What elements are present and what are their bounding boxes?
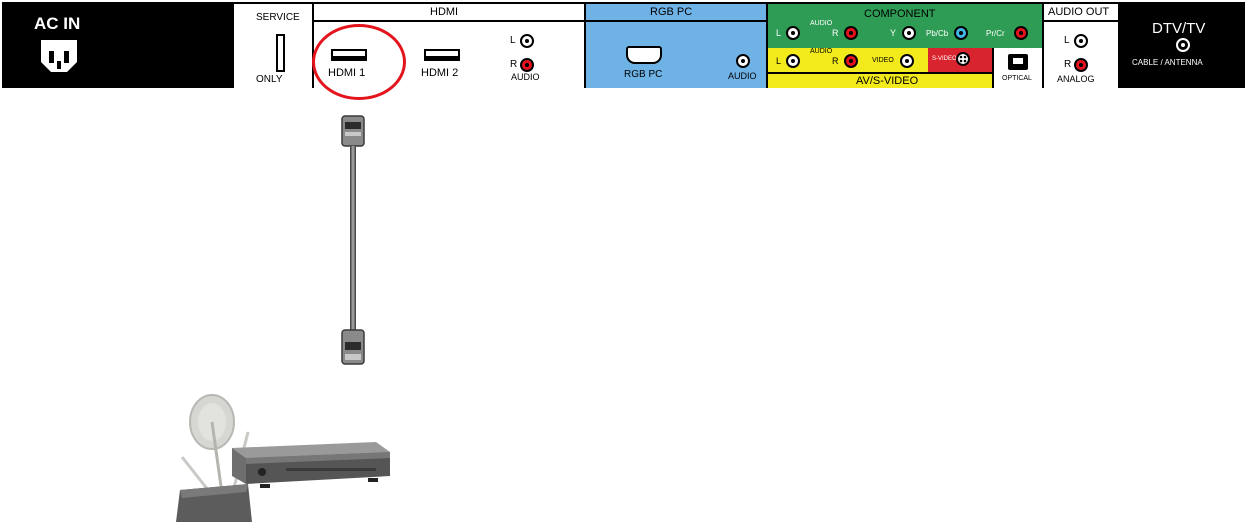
service-label: SERVICE	[256, 12, 300, 23]
av-audio-r-jack[interactable]	[844, 54, 858, 68]
audio-out-r-label: R	[1064, 59, 1072, 70]
dtv-sub-label: CABLE / ANTENNA	[1132, 58, 1203, 67]
optical-label: OPTICAL	[1002, 75, 1032, 82]
hdmi-header: HDMI	[314, 4, 584, 22]
set-top-box-illustration	[176, 372, 400, 523]
dtv-section: DTV/TV CABLE / ANTENNA	[1118, 2, 1245, 88]
rgb-pc-vga-port[interactable]	[626, 46, 662, 64]
tv-back-panel: AC IN SERVICE ONLY HDMI HDMI 1 HDMI 2 L …	[2, 2, 1245, 100]
av-audio-label: AUDIO	[810, 48, 833, 55]
av-section: AUDIO L R VIDEO S-VIDEO AV/S-VIDEO	[766, 48, 994, 88]
rgb-pc-title: RGB PC	[650, 6, 693, 18]
service-usb-port[interactable]	[276, 34, 285, 72]
component-audio-r-jack[interactable]	[844, 26, 858, 40]
component-pr-jack[interactable]	[1014, 26, 1028, 40]
component-y-label: Y	[890, 28, 897, 38]
hdmi-cable	[328, 114, 380, 370]
hdmi-audio-l-label: L	[510, 35, 516, 46]
ac-in-section: AC IN	[2, 2, 128, 88]
hdmi-2-label: HDMI 2	[421, 67, 459, 79]
hdmi-audio-l-jack[interactable]	[520, 34, 534, 48]
ac-in-label: AC IN	[34, 14, 81, 33]
component-y-jack[interactable]	[902, 26, 916, 40]
av-audio-l-jack[interactable]	[786, 54, 800, 68]
rgb-pc-header: RGB PC	[586, 4, 766, 22]
av-video-jack[interactable]	[900, 54, 914, 68]
optical-section: OPTICAL	[992, 48, 1044, 88]
audio-out-title: AUDIO OUT	[1048, 6, 1110, 18]
antenna-jack[interactable]	[1176, 38, 1190, 52]
rgb-pc-audio-jack[interactable]	[736, 54, 750, 68]
svideo-jack[interactable]	[956, 52, 970, 66]
hdmi-2-port[interactable]	[424, 49, 460, 61]
hdmi-1-highlight-circle	[312, 24, 406, 100]
av-r-label: R	[832, 56, 839, 66]
av-l-label: L	[776, 56, 782, 66]
audio-out-header: AUDIO OUT	[1044, 4, 1118, 22]
component-pb-label: Pb/Cb	[926, 29, 949, 38]
av-title: AV/S-VIDEO	[856, 75, 919, 87]
component-audio-l-jack[interactable]	[786, 26, 800, 40]
rgb-pc-audio-label: AUDIO	[728, 71, 757, 81]
component-audio-label: AUDIO	[810, 20, 833, 27]
hdmi-audio-label: AUDIO	[511, 72, 540, 82]
component-l-label: L	[776, 28, 782, 38]
receiver-box-icon	[232, 442, 390, 488]
av-title-bar: AV/S-VIDEO	[768, 72, 994, 88]
svideo-block: S-VIDEO	[928, 48, 994, 72]
audio-out-l-jack[interactable]	[1074, 34, 1088, 48]
component-r-label: R	[832, 28, 839, 38]
component-title: COMPONENT	[864, 8, 936, 20]
service-only-label: ONLY	[256, 74, 283, 85]
optical-port[interactable]	[1008, 54, 1028, 70]
audio-out-r-jack[interactable]	[1074, 58, 1088, 72]
audio-out-analog-label: ANALOG	[1057, 74, 1095, 84]
rgb-pc-port-label: RGB PC	[624, 69, 663, 80]
av-video-label: VIDEO	[872, 57, 894, 64]
component-pr-label: Pr/Cr	[986, 29, 1005, 38]
svideo-label: S-VIDEO	[932, 56, 957, 62]
component-pb-jack[interactable]	[954, 26, 968, 40]
component-section: COMPONENT AUDIO L R Y Pb/Cb Pr/Cr	[766, 2, 1044, 48]
dtv-title: DTV/TV	[1152, 20, 1206, 37]
hdmi-audio-r-label: R	[510, 59, 518, 70]
audio-out-l-label: L	[1064, 35, 1070, 46]
ac-power-socket-icon	[37, 36, 81, 76]
audio-out-section: AUDIO OUT L R ANALOG	[1044, 2, 1118, 88]
hdmi-audio-r-jack[interactable]	[520, 58, 534, 72]
hdmi-title: HDMI	[430, 6, 459, 18]
service-section: SERVICE ONLY	[234, 2, 314, 88]
panel-gap	[128, 2, 234, 88]
rgb-pc-section: RGB PC RGB PC AUDIO	[584, 2, 766, 88]
